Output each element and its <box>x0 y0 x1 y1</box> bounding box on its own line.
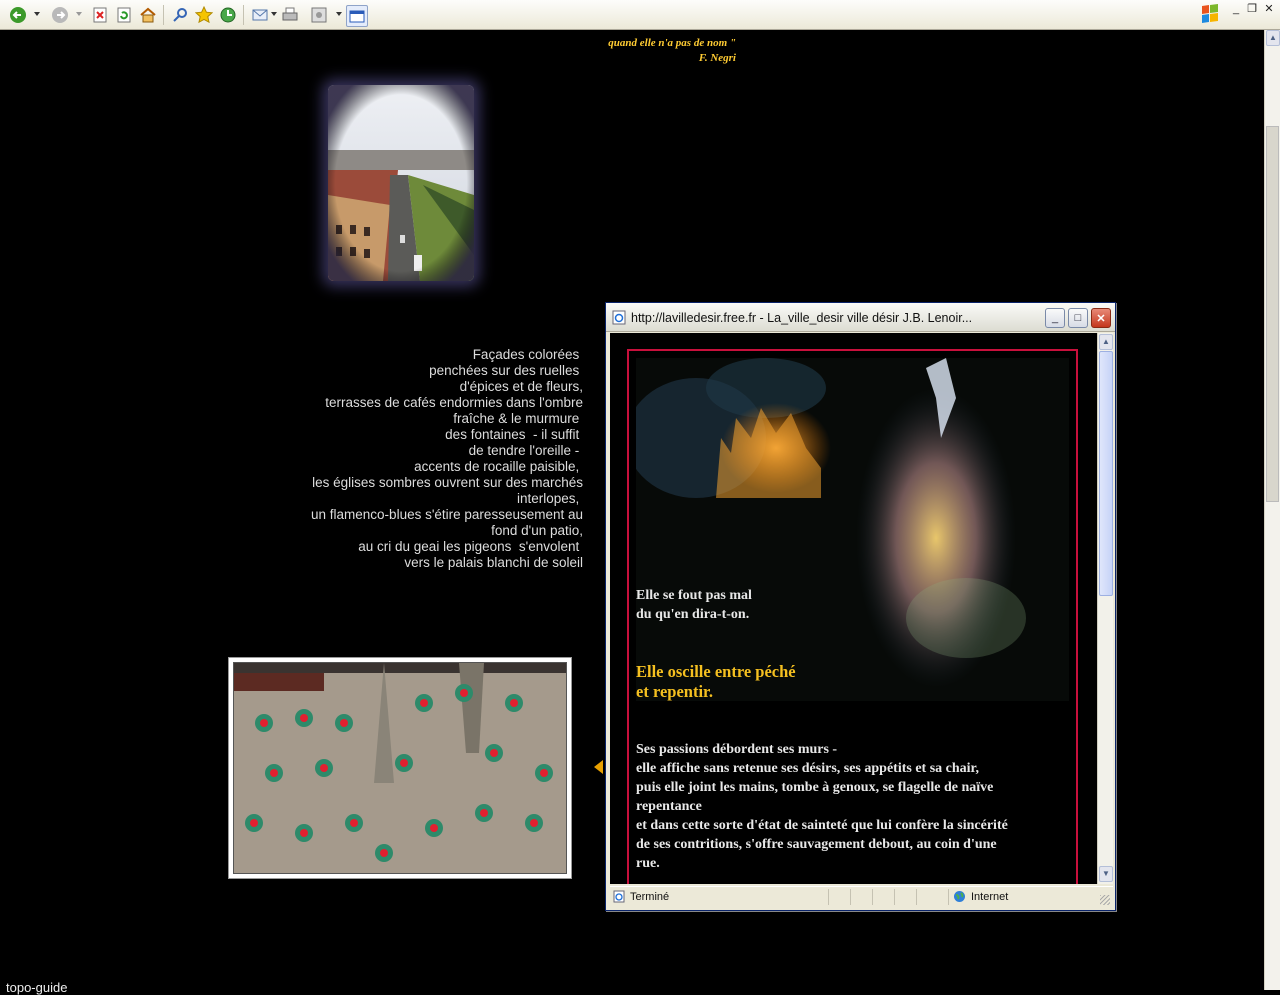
poem-line: terrasses de cafés endormies dans l'ombr… <box>325 395 583 410</box>
forward-icon[interactable] <box>50 5 70 25</box>
popup-body-line: puis elle joint les mains, tombe à genou… <box>636 780 994 795</box>
quote-line: quand elle n'a pas de nom " <box>608 37 736 49</box>
internet-zone-icon <box>953 890 966 906</box>
popup-scrollbar[interactable]: ▲ ▼ <box>1097 333 1113 884</box>
poem-line: interlopes, <box>516 491 583 506</box>
restore-button[interactable]: ❐ <box>1245 3 1259 15</box>
print-icon[interactable] <box>280 5 300 25</box>
mail-dropdown-icon[interactable] <box>271 12 277 16</box>
cafe-terrace-photo <box>228 657 572 879</box>
toolbar-separator <box>243 5 244 25</box>
poem-line: fond d'un patio, <box>491 523 583 538</box>
popup-maximize-button[interactable]: □ <box>1068 308 1088 328</box>
scroll-up-icon[interactable]: ▲ <box>1099 334 1113 350</box>
back-dropdown-icon[interactable] <box>34 12 40 16</box>
popup-highlight-line: et repentir. <box>636 682 713 701</box>
city-street-photo <box>328 85 474 281</box>
poem-line: Façades colorées <box>472 347 583 362</box>
browser-toolbar: _ ❐ ✕ <box>0 0 1280 30</box>
windows-logo-icon <box>1192 0 1228 30</box>
popup-titlebar[interactable]: http://lavilledesir.free.fr - La_ville_d… <box>606 303 1115 332</box>
scroll-arrow-icon[interactable] <box>594 760 603 774</box>
poem-line: fraîche & le murmure <box>453 411 583 426</box>
main-scroll-thumb[interactable] <box>1266 126 1279 502</box>
popup-highlight-line: Elle oscille entre péché <box>636 662 796 681</box>
back-icon[interactable] <box>8 5 28 25</box>
popup-text-line: du qu'en dira-t-on. <box>636 607 750 622</box>
popup-body-line: rue. <box>636 856 660 871</box>
popup-minimize-button[interactable]: _ <box>1045 308 1065 328</box>
resize-grip-icon[interactable] <box>1100 895 1110 905</box>
status-divider <box>828 889 829 905</box>
search-icon[interactable] <box>170 5 190 25</box>
poem-line: un flamenco-blues s'étire paresseusement… <box>311 507 583 522</box>
quote-author: F. Negri <box>698 52 736 64</box>
popup-body-line: et dans cette sorte d'état de sainteté q… <box>636 818 1008 833</box>
edit-dropdown-icon[interactable] <box>336 12 342 16</box>
main-scrollbar[interactable]: ▲ <box>1264 30 1280 990</box>
poem-line: des fontaines - il suffit <box>445 427 583 442</box>
popup-title: http://lavilledesir.free.fr - La_ville_d… <box>631 311 973 325</box>
poem-line: de tendre l'oreille - <box>468 443 583 458</box>
history-icon[interactable] <box>218 5 238 25</box>
popup-body-line: de ses contritions, s'offre sauvagement … <box>636 837 997 852</box>
ie-page-icon <box>612 310 627 325</box>
popup-window: http://lavilledesir.free.fr - La_ville_d… <box>605 302 1116 911</box>
popup-body-line: Ses passions débordent ses murs - <box>636 742 838 757</box>
status-divider <box>850 889 851 905</box>
minimize-button[interactable]: _ <box>1229 3 1243 15</box>
mail-icon[interactable] <box>250 5 270 25</box>
popup-text-line: Elle se fout pas mal <box>636 588 752 603</box>
topo-guide-link[interactable]: topo-guide <box>6 980 67 995</box>
status-divider <box>872 889 873 905</box>
favorites-icon[interactable] <box>194 5 214 25</box>
poem-line: les églises sombres ouvrent sur des marc… <box>312 475 583 490</box>
popup-body-line: elle affiche sans retenue ses désirs, se… <box>636 761 979 776</box>
popup-body-line: repentance <box>636 799 702 814</box>
poem-line: vers le palais blanchi de soleil <box>404 555 583 570</box>
home-icon[interactable] <box>138 5 158 25</box>
popup-close-button[interactable]: ✕ <box>1091 308 1111 328</box>
refresh-icon[interactable] <box>114 5 134 25</box>
status-text: Terminé <box>630 891 670 903</box>
forward-dropdown-icon[interactable] <box>76 12 82 16</box>
poem-line: penchées sur des ruelles <box>429 363 583 378</box>
scroll-up-icon[interactable]: ▲ <box>1266 30 1280 46</box>
page-done-icon <box>613 890 626 906</box>
popup-content: Elle se fout pas mal du qu'en dira-t-on.… <box>610 333 1097 884</box>
poem-line: d'épices et de fleurs, <box>459 379 583 394</box>
popup-scroll-thumb[interactable] <box>1099 351 1113 596</box>
night-city-photo <box>636 358 1069 701</box>
new-window-icon[interactable] <box>346 5 368 27</box>
status-divider <box>894 889 895 905</box>
popup-statusbar: Terminé Internet <box>610 886 1113 907</box>
edit-icon[interactable] <box>309 5 329 25</box>
scroll-down-icon[interactable]: ▼ <box>1099 866 1113 882</box>
status-divider <box>916 889 917 905</box>
poem-line: accents de rocaille paisible, <box>414 459 583 474</box>
status-divider <box>948 889 949 905</box>
poem: Façades colorées penchées sur des ruelle… <box>240 347 583 571</box>
toolbar-separator <box>163 5 164 25</box>
close-button[interactable]: ✕ <box>1262 3 1276 15</box>
zone-text: Internet <box>971 891 1009 903</box>
stop-icon[interactable] <box>90 5 110 25</box>
poem-line: au cri du geai les pigeons s'envolent <box>358 539 583 554</box>
